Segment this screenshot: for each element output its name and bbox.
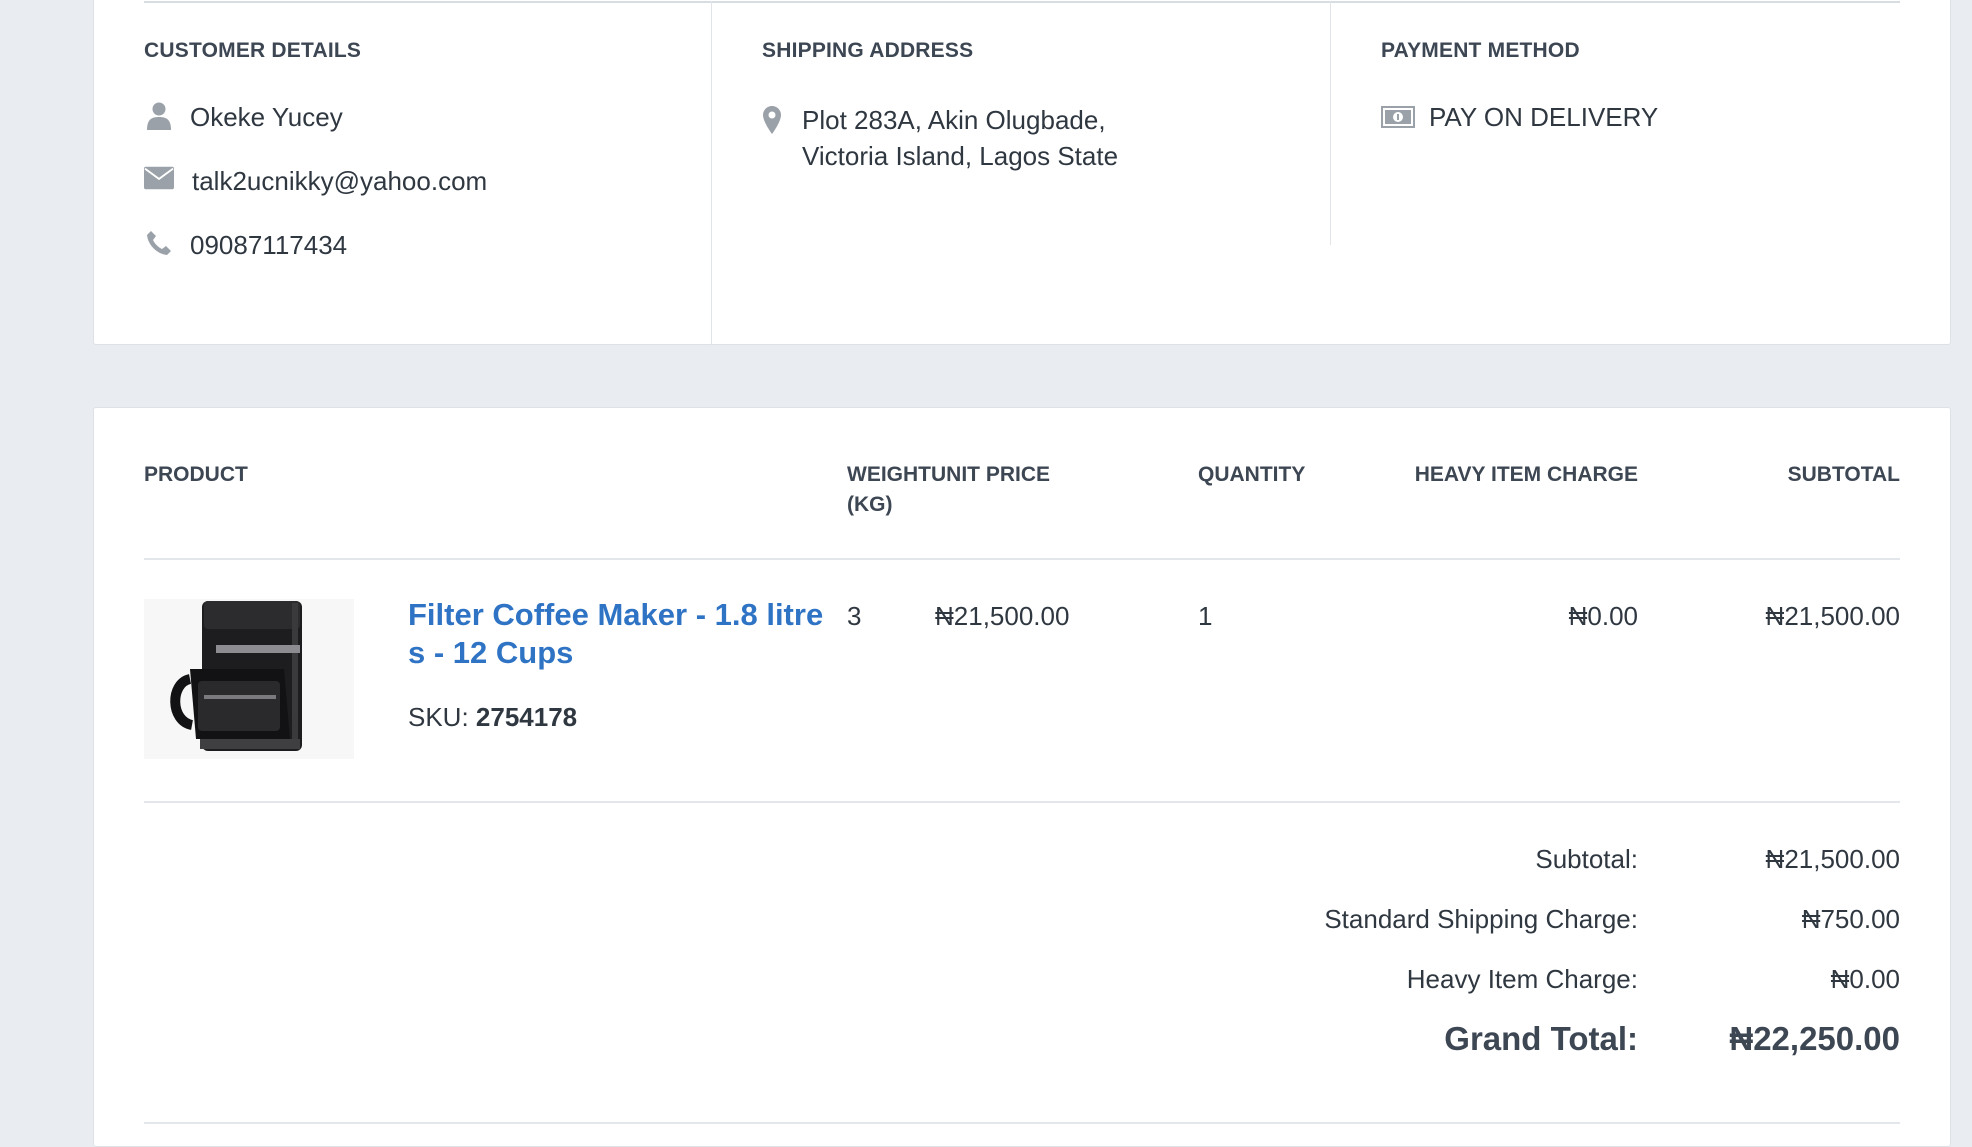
shipping-address-line2: Victoria Island, Lagos State [802, 141, 1119, 171]
column-header-product: PRODUCT [144, 463, 248, 486]
summary-subtotal-value: ₦21,500.00 [1765, 844, 1900, 874]
column-divider [1330, 1, 1331, 245]
column-header-weight: WEIGHT (KG) [847, 460, 931, 520]
customer-name-row: Okeke Yucey [144, 102, 343, 133]
divider [144, 1, 1900, 3]
weight-header-line1: WEIGHT [847, 463, 931, 486]
payment-method-heading: PAYMENT METHOD [1381, 39, 1580, 62]
column-divider [711, 1, 712, 346]
payment-method: PAY ON DELIVERY [1429, 102, 1659, 132]
envelope-icon [144, 166, 174, 190]
customer-details-heading: CUSTOMER DETAILS [144, 39, 362, 62]
column-header-unit-price: UNIT PRICE [931, 463, 1051, 486]
product-name-link[interactable]: Filter Coffee Maker - 1.8 litre s - 12 C… [408, 596, 848, 672]
customer-phone[interactable]: 09087117434 [190, 230, 347, 261]
column-header-heavy-item-charge: HEAVY ITEM CHARGE [1414, 463, 1638, 486]
grand-total-value: ₦22,250.00 [1729, 1020, 1900, 1057]
summary-heavy-value: ₦0.00 [1830, 964, 1900, 994]
shipping-address-line1: Plot 283A, Akin Olugbade, [802, 105, 1106, 135]
customer-name: Okeke Yucey [190, 102, 343, 132]
product-thumbnail[interactable] [144, 599, 354, 759]
user-icon [144, 102, 174, 130]
customer-email-row: talk2ucnikky@yahoo.com [144, 166, 487, 197]
summary-heavy-label: Heavy Item Charge: [1406, 964, 1638, 994]
payment-method-row: PAY ON DELIVERY [1381, 102, 1658, 133]
product-unit-price: ₦21,500.00 [935, 601, 1070, 631]
grand-total-label: Grand Total: [1444, 1020, 1638, 1057]
sku-label: SKU: [408, 702, 469, 732]
customer-email[interactable]: talk2ucnikky@yahoo.com [192, 166, 487, 197]
product-name-line2[interactable]: s - 12 Cups [408, 634, 848, 672]
summary-divider [144, 1122, 1900, 1124]
product-sku: SKU: 2754178 [408, 702, 577, 733]
customer-phone-row: 09087117434 [144, 230, 347, 261]
product-subtotal: ₦21,500.00 [1765, 601, 1900, 631]
product-weight: 3 [847, 601, 862, 631]
shipping-address-row: Plot 283A, Akin Olugbade, Victoria Islan… [762, 102, 1118, 174]
money-icon [1381, 106, 1415, 128]
shipping-address-heading: SHIPPING ADDRESS [762, 39, 974, 62]
product-heavy-item-charge: ₦0.00 [1568, 601, 1638, 631]
header-divider [144, 558, 1900, 560]
summary-subtotal-label: Subtotal: [1535, 844, 1638, 874]
product-name-line1[interactable]: Filter Coffee Maker - 1.8 litre [408, 596, 848, 634]
product-quantity: 1 [1198, 601, 1213, 631]
order-items-card: PRODUCT WEIGHT (KG) UNIT PRICE QUANTITY … [93, 407, 1951, 1147]
weight-header-line2: (KG) [847, 493, 893, 516]
order-details-card: CUSTOMER DETAILS Okeke Yucey talk2ucnikk… [93, 0, 1951, 346]
phone-icon [144, 230, 174, 256]
column-header-quantity: QUANTITY [1198, 463, 1306, 486]
sku-value: 2754178 [475, 702, 578, 732]
row-divider [144, 801, 1900, 803]
map-marker-icon [762, 106, 782, 134]
summary-shipping-value: ₦750.00 [1801, 904, 1900, 934]
column-header-subtotal: SUBTOTAL [1787, 463, 1900, 486]
summary-shipping-label: Standard Shipping Charge: [1324, 904, 1638, 934]
